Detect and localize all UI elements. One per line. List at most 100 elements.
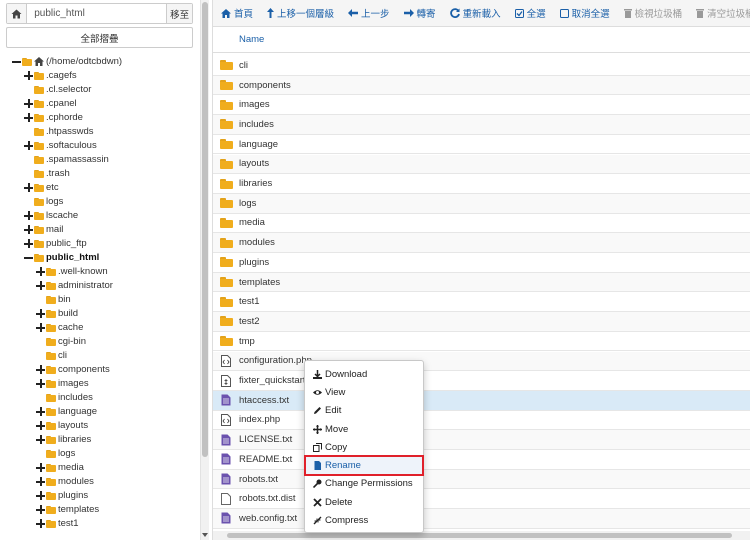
tree-item[interactable]: cgi-bin: [36, 335, 86, 348]
tree-item[interactable]: .cagefs: [24, 69, 77, 82]
name-column-header[interactable]: Name: [239, 34, 264, 45]
horizontal-scrollbar[interactable]: [213, 531, 750, 540]
tree-item[interactable]: images: [36, 377, 89, 390]
tree-item[interactable]: language: [36, 405, 97, 418]
tree-item[interactable]: .htpasswds: [24, 125, 94, 138]
folder-row[interactable]: components: [213, 75, 750, 96]
expand-icon[interactable]: [36, 365, 45, 374]
expand-icon[interactable]: [36, 435, 45, 444]
tree-item[interactable]: lscache: [24, 209, 78, 222]
tree-item[interactable]: public_html: [24, 251, 99, 264]
tree-item[interactable]: .cpanel: [24, 97, 77, 110]
folder-row[interactable]: libraries: [213, 174, 750, 194]
folder-row[interactable]: test1: [213, 292, 750, 313]
tree-item[interactable]: .cl.selector: [24, 83, 91, 96]
tree-item[interactable]: test1: [36, 517, 79, 530]
collapse-icon[interactable]: [12, 57, 21, 66]
expand-icon[interactable]: [36, 379, 45, 388]
select-all-button[interactable]: 全選: [514, 6, 546, 20]
tree-item[interactable]: logs: [36, 447, 75, 460]
expand-icon[interactable]: [24, 71, 33, 80]
tree-item[interactable]: .trash: [24, 167, 70, 180]
expand-icon[interactable]: [36, 309, 45, 318]
menu-item-rename[interactable]: Rename: [304, 455, 424, 476]
collapse-icon[interactable]: [24, 253, 33, 262]
tree-item[interactable]: build: [36, 307, 78, 320]
folder-row[interactable]: logs: [213, 193, 750, 214]
folder-row[interactable]: layouts: [213, 154, 750, 175]
folder-row[interactable]: tmp: [213, 332, 750, 352]
view-trash-button[interactable]: 檢視垃圾桶: [623, 6, 682, 20]
tree-item[interactable]: mail: [24, 223, 63, 236]
tree-item[interactable]: administrator: [36, 279, 113, 292]
file-row[interactable]: robots.txt.dist: [213, 489, 750, 510]
expand-icon[interactable]: [24, 113, 33, 122]
menu-item-view[interactable]: View: [305, 383, 423, 401]
back-button[interactable]: 上一步: [348, 6, 390, 20]
tree-item[interactable]: bin: [36, 293, 71, 306]
menu-item-copy[interactable]: Copy: [305, 438, 423, 456]
menu-item-download[interactable]: Download: [305, 365, 423, 383]
folder-row[interactable]: test2: [213, 312, 750, 332]
tree-item[interactable]: .spamassassin: [24, 153, 109, 166]
folder-row[interactable]: language: [213, 135, 750, 155]
tree-item[interactable]: plugins: [36, 489, 88, 502]
horizontal-scrollbar-thumb[interactable]: [227, 533, 732, 538]
folder-row[interactable]: templates: [213, 272, 750, 293]
reload-button[interactable]: 重新載入: [449, 6, 501, 20]
tree-item[interactable]: .cphorde: [24, 111, 83, 124]
tree-item[interactable]: libraries: [36, 433, 91, 446]
menu-item-edit[interactable]: Edit: [305, 402, 423, 420]
file-row[interactable]: LICENSE.txt: [213, 430, 750, 450]
file-row[interactable]: robots.txt: [213, 469, 750, 490]
menu-item-change-permissions[interactable]: Change Permissions: [305, 475, 423, 493]
folder-row[interactable]: media: [213, 214, 750, 234]
expand-icon[interactable]: [24, 141, 33, 150]
file-row[interactable]: configuration.php: [213, 351, 750, 372]
expand-icon[interactable]: [24, 211, 33, 220]
up-one-level-button[interactable]: 上移一個層級: [267, 6, 334, 20]
path-input[interactable]: [27, 4, 167, 23]
expand-icon[interactable]: [36, 463, 45, 472]
folder-row[interactable]: includes: [213, 115, 750, 135]
tree-item[interactable]: etc: [24, 181, 59, 194]
tree-item[interactable]: .well-known: [36, 265, 108, 278]
tree-item[interactable]: media: [36, 461, 84, 474]
expand-icon[interactable]: [36, 421, 45, 430]
folder-row[interactable]: plugins: [213, 253, 750, 273]
tree-item[interactable]: modules: [36, 475, 94, 488]
expand-icon[interactable]: [36, 477, 45, 486]
file-row[interactable]: htaccess.txt: [213, 390, 750, 411]
file-row[interactable]: fixter_quickstart_: [213, 371, 750, 391]
expand-icon[interactable]: [36, 505, 45, 514]
tree-scrollbar-thumb[interactable]: [202, 2, 208, 457]
folder-row[interactable]: modules: [213, 233, 750, 253]
go-button[interactable]: 移至: [166, 4, 192, 23]
file-row[interactable]: web.config.txt: [213, 509, 750, 529]
home-toolbar-button[interactable]: 首頁: [221, 6, 253, 20]
tree-item[interactable]: templates: [36, 503, 99, 516]
folder-row[interactable]: images: [213, 95, 750, 116]
tree-item[interactable]: cli: [36, 349, 67, 362]
file-row[interactable]: index.php: [213, 411, 750, 431]
collapse-all-button[interactable]: 全部摺疊: [6, 27, 193, 48]
expand-icon[interactable]: [36, 323, 45, 332]
expand-icon[interactable]: [24, 183, 33, 192]
forward-button[interactable]: 轉寄: [403, 6, 436, 20]
expand-icon[interactable]: [36, 267, 45, 276]
tree-item[interactable]: (/home/odtcbdwn): [12, 55, 122, 68]
menu-item-compress[interactable]: Compress: [305, 511, 423, 529]
tree-item[interactable]: logs: [24, 195, 63, 208]
unselect-all-button[interactable]: 取消全選: [559, 6, 610, 20]
menu-item-delete[interactable]: Delete: [305, 493, 423, 511]
menu-item-move[interactable]: Move: [305, 420, 423, 438]
expand-icon[interactable]: [24, 225, 33, 234]
tree-item[interactable]: components: [36, 363, 110, 376]
tree-item[interactable]: .softaculous: [24, 139, 97, 152]
expand-icon[interactable]: [36, 519, 45, 528]
expand-icon[interactable]: [36, 407, 45, 416]
expand-icon[interactable]: [36, 491, 45, 500]
expand-icon[interactable]: [24, 239, 33, 248]
empty-trash-button[interactable]: 清空垃圾桶: [696, 6, 750, 20]
home-button[interactable]: [7, 4, 28, 23]
